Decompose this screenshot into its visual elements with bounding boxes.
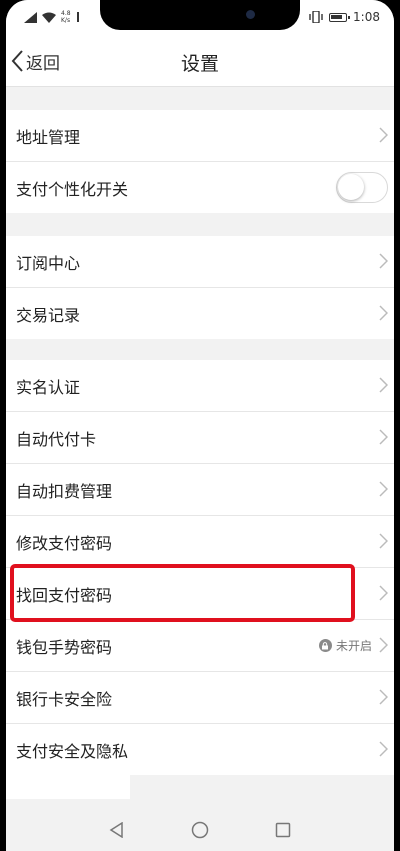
page-title: 设置 bbox=[180, 53, 219, 75]
chevron-right-icon bbox=[379, 585, 388, 601]
screen: 4.8 K/s 1:08 返回 设置 地址管理 支付个性化开关 订阅中心 交易记… bbox=[6, 0, 394, 851]
list-footer bbox=[6, 775, 130, 799]
nav-bar: 返回 设置 bbox=[6, 36, 394, 87]
setting-label: 订阅中心 bbox=[16, 253, 81, 273]
status-bar: 4.8 K/s 1:08 bbox=[6, 0, 394, 36]
setting-label: 修改支付密码 bbox=[16, 533, 113, 553]
chevron-right-icon bbox=[379, 741, 388, 757]
lock-icon bbox=[318, 639, 332, 652]
recents-square-icon[interactable] bbox=[275, 822, 291, 838]
gesture-status: 未开启 bbox=[318, 637, 372, 654]
setting-label: 地址管理 bbox=[16, 127, 81, 147]
setting-label: 钱包手势密码 bbox=[16, 637, 113, 657]
status-left: 4.8 K/s bbox=[24, 9, 80, 25]
chevron-right-icon bbox=[379, 533, 388, 549]
setting-label: 实名认证 bbox=[16, 377, 81, 397]
setting-wallet-gesture-password[interactable]: 钱包手势密码 未开启 bbox=[6, 620, 394, 672]
gesture-status-text: 未开启 bbox=[335, 639, 372, 653]
signal-icon bbox=[24, 11, 37, 23]
setting-address-management[interactable]: 地址管理 bbox=[6, 110, 394, 162]
network-speed: 4.8 K/s bbox=[61, 10, 71, 24]
setting-subscription-center[interactable]: 订阅中心 bbox=[6, 236, 394, 288]
setting-label: 找回支付密码 bbox=[16, 585, 113, 605]
toggle-knob bbox=[338, 174, 364, 200]
setting-real-name-verification[interactable]: 实名认证 bbox=[6, 360, 394, 412]
chevron-right-icon bbox=[379, 689, 388, 705]
setting-label: 支付个性化开关 bbox=[16, 179, 129, 199]
chevron-right-icon bbox=[379, 377, 388, 393]
setting-label: 自动扣费管理 bbox=[16, 481, 113, 501]
setting-auto-deduction[interactable]: 自动扣费管理 bbox=[6, 464, 394, 516]
battery-icon bbox=[329, 12, 351, 22]
setting-payment-personalization: 支付个性化开关 bbox=[6, 162, 394, 213]
setting-payment-security-privacy[interactable]: 支付安全及隐私 bbox=[6, 724, 394, 775]
wifi-icon bbox=[42, 12, 56, 23]
setting-label: 自动代付卡 bbox=[16, 429, 97, 449]
usb-icon bbox=[76, 12, 79, 22]
setting-label: 银行卡安全险 bbox=[16, 689, 113, 709]
back-triangle-icon[interactable] bbox=[109, 821, 125, 838]
chevron-right-icon bbox=[379, 429, 388, 445]
setting-bank-card-insurance[interactable]: 银行卡安全险 bbox=[6, 672, 394, 724]
setting-label: 交易记录 bbox=[16, 305, 81, 325]
vibrate-icon bbox=[309, 11, 323, 23]
setting-transaction-records[interactable]: 交易记录 bbox=[6, 288, 394, 339]
system-nav-bar bbox=[6, 808, 394, 851]
settings-group-3: 实名认证 自动代付卡 自动扣费管理 修改支付密码 找回支付密码 钱包手势密码 未… bbox=[6, 360, 394, 775]
settings-group-2: 订阅中心 交易记录 bbox=[6, 236, 394, 339]
home-circle-icon[interactable] bbox=[191, 821, 209, 839]
setting-auto-pay-card[interactable]: 自动代付卡 bbox=[6, 412, 394, 464]
front-camera bbox=[246, 10, 255, 19]
clock: 1:08 bbox=[353, 10, 380, 24]
chevron-right-icon bbox=[379, 253, 388, 269]
camera-notch bbox=[100, 0, 300, 30]
setting-change-payment-password[interactable]: 修改支付密码 bbox=[6, 516, 394, 568]
payment-personalization-toggle[interactable] bbox=[336, 172, 388, 203]
chevron-right-icon bbox=[379, 481, 388, 497]
chevron-right-icon bbox=[379, 637, 388, 653]
settings-group-1: 地址管理 支付个性化开关 bbox=[6, 110, 394, 213]
phone-frame: 4.8 K/s 1:08 返回 设置 地址管理 支付个性化开关 订阅中心 交易记… bbox=[0, 0, 400, 851]
chevron-right-icon bbox=[379, 127, 388, 143]
setting-label: 支付安全及隐私 bbox=[16, 741, 129, 761]
chevron-right-icon bbox=[379, 305, 388, 321]
status-right: 1:08 bbox=[309, 9, 380, 25]
setting-recover-payment-password[interactable]: 找回支付密码 bbox=[6, 568, 394, 620]
